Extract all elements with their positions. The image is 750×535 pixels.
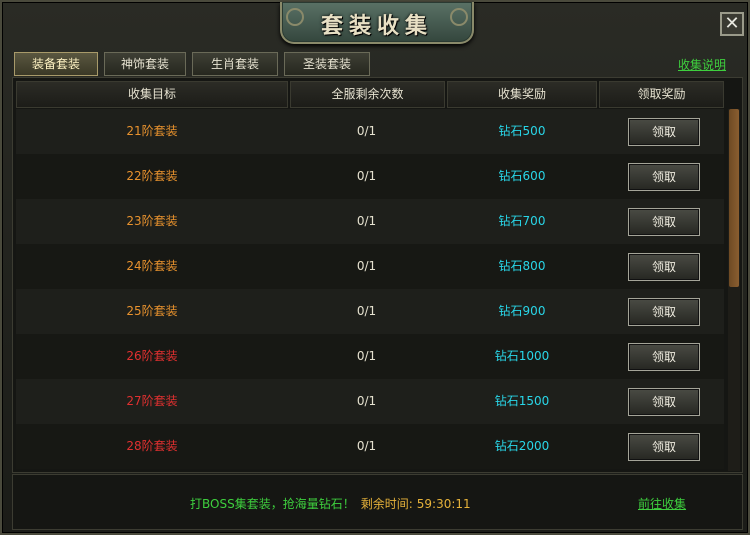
- timer-value: 59:30:11: [416, 497, 471, 511]
- tab-equipment-set[interactable]: 装备套装: [14, 52, 98, 76]
- row-reward: 钻石600: [498, 169, 546, 183]
- claim-button[interactable]: 领取: [628, 433, 700, 461]
- table-row: 26阶套装 0/1 钻石1000 领取: [16, 334, 724, 379]
- row-target: 28阶套装: [126, 439, 178, 453]
- claim-button[interactable]: 领取: [628, 388, 700, 416]
- footer-promo-text: 打BOSS集套装，抢海量钻石！: [190, 497, 355, 511]
- claim-button[interactable]: 领取: [628, 208, 700, 236]
- row-remaining: 0/1: [356, 394, 377, 408]
- tab-holy-set[interactable]: 圣装套装: [284, 52, 370, 76]
- table-row: 22阶套装 0/1 钻石600 领取: [16, 154, 724, 199]
- row-reward: 钻石500: [498, 124, 546, 138]
- window-title: 套装收集: [320, 14, 433, 39]
- collection-window: 套装收集 ✕ 装备套装 神饰套装 生肖套装 圣装套装 收集说明 收集目标 全服剩…: [0, 0, 750, 535]
- row-target: 22阶套装: [126, 169, 178, 183]
- row-reward: 钻石2000: [494, 439, 550, 453]
- close-button[interactable]: ✕: [720, 12, 744, 36]
- scrollbar[interactable]: [728, 109, 740, 471]
- table-row: 28阶套装 0/1 钻石2000 领取: [16, 424, 724, 469]
- column-header-reward: 收集奖励: [447, 81, 597, 108]
- table-row: 25阶套装 0/1 钻石900 领取: [16, 289, 724, 334]
- row-target: 25阶套装: [126, 304, 178, 318]
- tab-zodiac-set[interactable]: 生肖套装: [192, 52, 278, 76]
- claim-button[interactable]: 领取: [628, 163, 700, 191]
- row-reward: 钻石900: [498, 304, 546, 318]
- footer-message: 打BOSS集套装，抢海量钻石！ 剩余时间: 59:30:11: [190, 495, 471, 512]
- claim-button[interactable]: 领取: [628, 118, 700, 146]
- table-row: 24阶套装 0/1 钻石800 领取: [16, 244, 724, 289]
- title-plaque: 套装收集: [280, 2, 474, 44]
- collection-help-link[interactable]: 收集说明: [678, 56, 726, 73]
- table-header: 收集目标 全服剩余次数 收集奖励 领取奖励: [16, 81, 724, 108]
- goto-collect-link[interactable]: 前往收集: [638, 495, 686, 512]
- table-row: 21阶套装 0/1 钻石500 领取: [16, 109, 724, 154]
- row-target: 26阶套装: [126, 349, 178, 363]
- row-remaining: 0/1: [356, 169, 377, 183]
- tab-ornament-set[interactable]: 神饰套装: [104, 52, 186, 76]
- row-target: 21阶套装: [126, 124, 178, 138]
- scrollbar-thumb[interactable]: [729, 109, 739, 287]
- row-remaining: 0/1: [356, 349, 377, 363]
- row-target: 24阶套装: [126, 259, 178, 273]
- column-header-claim: 领取奖励: [599, 81, 724, 108]
- column-header-remaining: 全服剩余次数: [290, 81, 445, 108]
- row-remaining: 0/1: [356, 304, 377, 318]
- row-remaining: 0/1: [356, 214, 377, 228]
- row-remaining: 0/1: [356, 124, 377, 138]
- row-reward: 钻石1000: [494, 349, 550, 363]
- row-remaining: 0/1: [356, 259, 377, 273]
- row-target: 27阶套装: [126, 394, 178, 408]
- row-reward: 钻石700: [498, 214, 546, 228]
- table-row: 27阶套装 0/1 钻石1500 领取: [16, 379, 724, 424]
- row-target: 23阶套装: [126, 214, 178, 228]
- table-row: 23阶套装 0/1 钻石700 领取: [16, 199, 724, 244]
- row-reward: 钻石800: [498, 259, 546, 273]
- claim-button[interactable]: 领取: [628, 253, 700, 281]
- column-header-target: 收集目标: [16, 81, 288, 108]
- timer-label: 剩余时间:: [360, 497, 413, 511]
- claim-button[interactable]: 领取: [628, 343, 700, 371]
- claim-button[interactable]: 领取: [628, 298, 700, 326]
- row-remaining: 0/1: [356, 439, 377, 453]
- row-reward: 钻石1500: [494, 394, 550, 408]
